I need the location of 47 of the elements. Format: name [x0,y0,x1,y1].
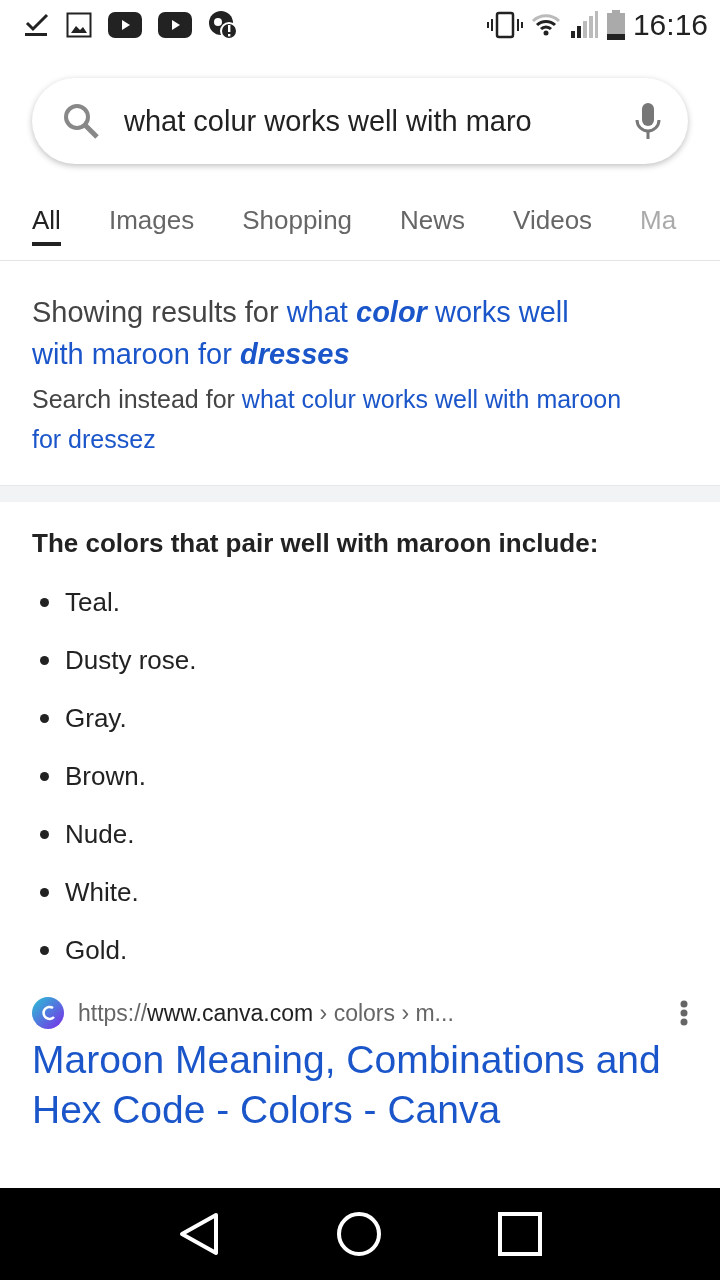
bullet-icon [40,945,49,955]
tab[interactable]: All [32,184,61,246]
tab[interactable]: News [376,184,490,246]
search-icon [62,102,100,140]
list-item: Gray. [65,702,127,734]
tab[interactable]: Images [84,184,219,246]
image-icon [66,12,92,38]
original-query-link[interactable]: for dressez [32,425,156,453]
back-icon[interactable] [178,1212,221,1256]
recents-icon[interactable] [497,1212,542,1256]
play-icon [108,12,142,38]
download-done-icon [24,13,50,37]
list-item: Teal. [65,586,120,618]
signal-icon [568,11,599,39]
bullet-icon [40,771,49,781]
corrected-query-link[interactable]: what color works well [286,296,569,328]
tab[interactable]: Videos [489,184,617,246]
bullet-icon [40,829,49,839]
result-url: https://www.canva.com › colors › m... [78,999,455,1027]
search-field[interactable]: what colur works well with maro [124,104,610,138]
corrected-query-link[interactable]: with maroon for dresses [32,338,350,370]
list-item: Dusty rose. [65,644,197,676]
vibrate-icon [486,11,523,39]
clock-time: 16:16 [632,8,708,42]
tab[interactable]: Shopping [218,184,377,246]
battery-icon [606,10,625,40]
list-item: Nude. [65,818,135,850]
more-options-icon[interactable] [680,1000,688,1026]
alert-icon [208,10,238,40]
play-icon [158,12,192,38]
list-item: White. [65,876,139,908]
bullet-icon [40,713,49,723]
bullet-icon [40,887,49,897]
search-instead-text: Search instead for what colur works well with maroon for dressez [32,384,623,455]
microphone-icon[interactable] [634,102,662,140]
showing-results-text: Showing results for what color works well with maroon for dresses [32,295,570,372]
list-item: Brown. [65,760,146,792]
bullet-icon [40,655,49,665]
list-item: Gold. [65,934,128,966]
bullet-icon [40,597,49,607]
site-logo-icon [32,997,64,1029]
wifi-icon [530,13,561,37]
result-title-link[interactable]: Maroon Meaning, Combinations and Hex Code - Colors - Canva [32,1035,688,1135]
home-icon[interactable] [337,1212,381,1256]
original-query-link[interactable]: what colur works well with maroon [241,385,622,413]
search-bar[interactable]: what colur works well with maro [32,78,688,164]
answer-heading: The colors that pair well with maroon include: [32,528,600,559]
